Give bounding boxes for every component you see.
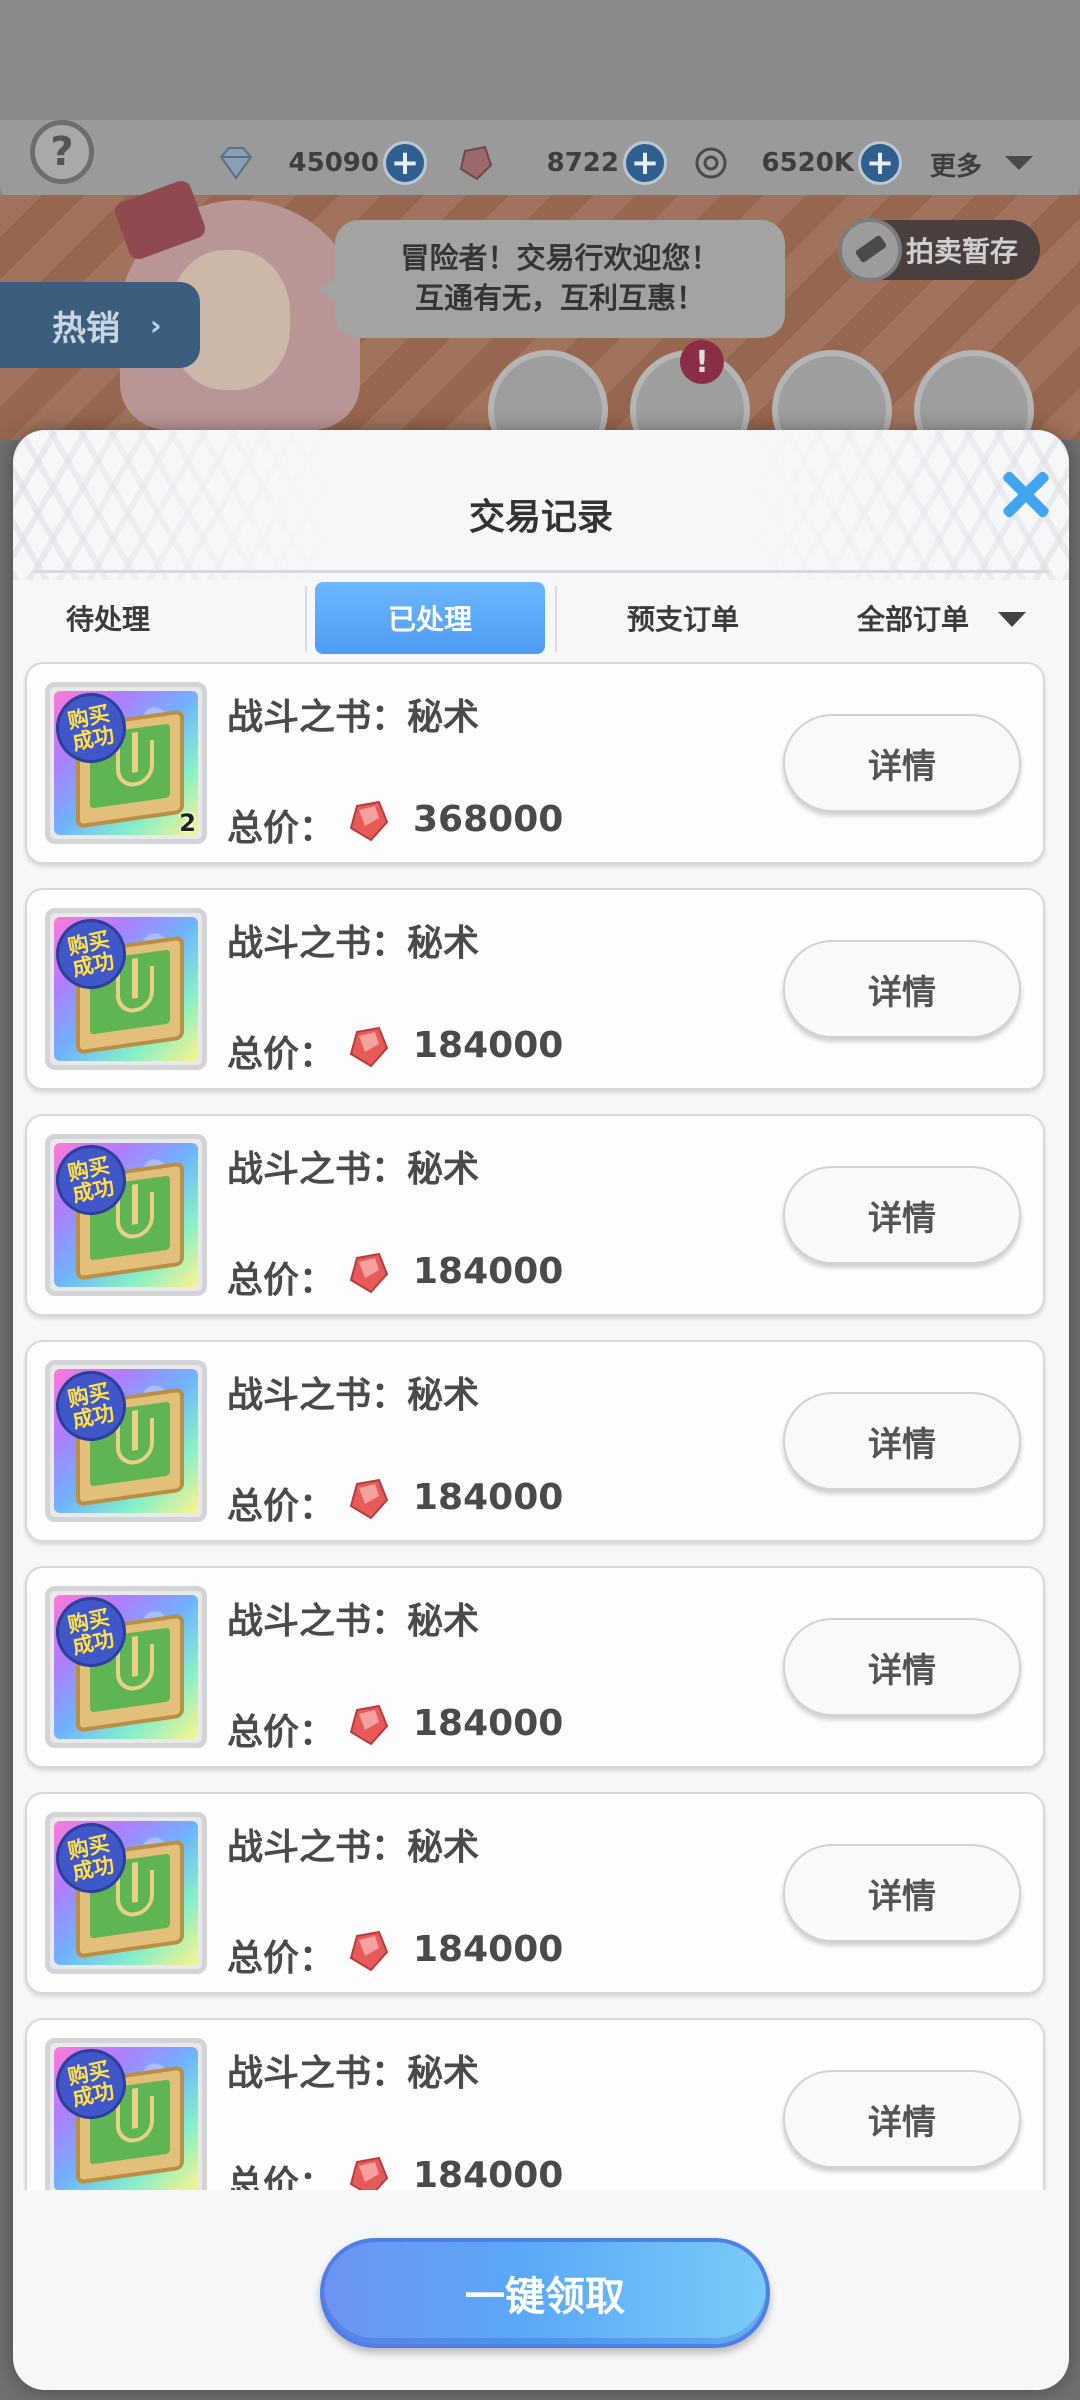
tab-pending[interactable]: 待处理 <box>33 582 183 654</box>
total-price-label: 总价： <box>227 1034 336 1075</box>
dialog-title: 交易记录 <box>468 497 613 538</box>
resource-coin: 6520K + <box>690 138 902 188</box>
total-price-value: 368000 <box>413 799 564 840</box>
details-button[interactable]: 详情 <box>783 2070 1021 2168</box>
game-screen: ? 45090 + 8722 + 6520K + 更多 热销 › 冒险者！交易行… <box>0 0 1080 2400</box>
total-price-value: 184000 <box>413 1477 564 1518</box>
alert-badge-icon: ! <box>680 340 724 384</box>
item-slot[interactable]: 购买 成功 2 <box>45 682 207 844</box>
total-price-label: 总价： <box>227 808 336 849</box>
record-row: 购买 成功 战斗之书：秘术 总价： 184000 详情 <box>25 888 1045 1090</box>
total-price-label: 总价： <box>227 1712 336 1753</box>
details-button[interactable]: 详情 <box>783 1166 1021 1264</box>
red-crystal-icon <box>349 1478 389 1520</box>
red-crystal-icon <box>349 2156 389 2190</box>
record-row: 购买 成功 战斗之书：秘术 总价： 184000 详情 <box>25 2018 1045 2190</box>
coin-icon <box>695 147 727 179</box>
total-price-label: 总价： <box>227 2164 336 2190</box>
record-row: 购买 成功 战斗之书：秘术 总价： 184000 详情 <box>25 1566 1045 1768</box>
record-row: 购买 成功 战斗之书：秘术 总价： 184000 详情 <box>25 1340 1045 1542</box>
auction-storage-label: 拍卖暂存 <box>905 235 1018 268</box>
add-diamond-button[interactable]: + <box>383 141 427 185</box>
close-icon[interactable] <box>991 460 1061 530</box>
details-button[interactable]: 详情 <box>783 1392 1021 1490</box>
item-slot[interactable]: 购买 成功 <box>45 1586 207 1748</box>
order-filter-dropdown[interactable]: 全部订单 <box>823 582 1003 654</box>
resource-red-crystal: 8722 + <box>455 138 667 188</box>
item-quantity: 2 <box>179 809 196 837</box>
trade-records-dialog: 交易记录 待处理 已处理 预支订单 全部订单 购买 成功 2 战斗之书：秘术 总… <box>13 430 1069 2390</box>
record-row: 购买 成功 战斗之书：秘术 总价： 184000 详情 <box>25 1792 1045 1994</box>
coin-count: 6520K <box>761 148 854 178</box>
item-name: 战斗之书：秘术 <box>227 1827 480 1868</box>
record-row: 购买 成功 战斗之书：秘术 总价： 184000 详情 <box>25 1114 1045 1316</box>
book-emblem <box>116 1417 154 1467</box>
total-price-value: 184000 <box>413 1703 564 1744</box>
book-emblem <box>116 1643 154 1693</box>
red-crystal-icon <box>349 800 389 842</box>
help-button[interactable]: ? <box>30 120 94 184</box>
add-coin-button[interactable]: + <box>858 141 902 185</box>
book-emblem <box>116 1191 154 1241</box>
book-emblem <box>116 739 154 789</box>
record-row: 购买 成功 2 战斗之书：秘术 总价： 368000 详情 <box>25 662 1045 864</box>
details-button[interactable]: 详情 <box>783 714 1021 812</box>
total-price-value: 184000 <box>413 1929 564 1970</box>
red-crystal-icon <box>349 1026 389 1068</box>
item-slot[interactable]: 购买 成功 <box>45 1812 207 1974</box>
item-name: 战斗之书：秘术 <box>227 2053 480 2094</box>
item-name: 战斗之书：秘术 <box>227 1149 480 1190</box>
chevron-right-icon: › <box>150 308 162 342</box>
diamond-count: 45090 <box>288 148 379 178</box>
item-name: 战斗之书：秘术 <box>227 697 480 738</box>
tab-divider <box>555 586 557 652</box>
details-button[interactable]: 详情 <box>783 1618 1021 1716</box>
chevron-down-icon[interactable] <box>1005 156 1033 170</box>
tab-divider <box>305 586 307 652</box>
details-button[interactable]: 详情 <box>783 940 1021 1038</box>
resource-diamond: 45090 + <box>215 138 427 188</box>
red-crystal-count: 8722 <box>546 148 619 178</box>
hot-sale-tab[interactable]: 热销 › <box>0 282 200 368</box>
item-name: 战斗之书：秘术 <box>227 1375 480 1416</box>
chevron-down-icon[interactable] <box>998 612 1026 627</box>
diamond-icon <box>219 147 253 180</box>
add-red-crystal-button[interactable]: + <box>623 141 667 185</box>
tab-processed[interactable]: 已处理 <box>315 582 545 654</box>
total-price-value: 184000 <box>413 1251 564 1292</box>
book-emblem <box>116 2095 154 2145</box>
book-emblem <box>116 965 154 1015</box>
item-slot[interactable]: 购买 成功 <box>45 908 207 1070</box>
total-price-label: 总价： <box>227 1486 336 1527</box>
tab-advance-orders[interactable]: 预支订单 <box>573 582 793 654</box>
records-tab-bar: 待处理 已处理 预支订单 全部订单 <box>33 582 1049 662</box>
red-crystal-icon <box>349 1704 389 1746</box>
total-price-value: 184000 <box>413 2155 564 2190</box>
red-crystal-icon <box>459 145 493 181</box>
total-price-value: 184000 <box>413 1025 564 1066</box>
records-list[interactable]: 购买 成功 2 战斗之书：秘术 总价： 368000 详情 购买 成功 战斗之书… <box>23 662 1059 2190</box>
item-slot[interactable]: 购买 成功 <box>45 2038 207 2190</box>
item-name: 战斗之书：秘术 <box>227 1601 480 1642</box>
item-slot[interactable]: 购买 成功 <box>45 1360 207 1522</box>
speech-line-2: 互通有无，互利互惠！ <box>414 281 705 315</box>
book-emblem <box>116 1869 154 1919</box>
hot-sale-label: 热销 <box>52 308 120 349</box>
item-name: 战斗之书：秘术 <box>227 923 480 964</box>
total-price-label: 总价： <box>227 1260 336 1301</box>
gavel-icon <box>838 218 902 282</box>
more-dropdown-label[interactable]: 更多 <box>930 146 982 183</box>
red-crystal-icon <box>349 1252 389 1294</box>
claim-all-button[interactable]: 一键领取 <box>320 2238 770 2348</box>
total-price-label: 总价： <box>227 1938 336 1979</box>
npc-speech-bubble: 冒险者！交易行欢迎您！ 互通有无，互利互惠！ <box>335 220 785 338</box>
title-divider <box>33 570 1049 573</box>
speech-line-1: 冒险者！交易行欢迎您！ <box>400 241 720 275</box>
item-slot[interactable]: 购买 成功 <box>45 1134 207 1296</box>
red-crystal-icon <box>349 1930 389 1972</box>
details-button[interactable]: 详情 <box>783 1844 1021 1942</box>
